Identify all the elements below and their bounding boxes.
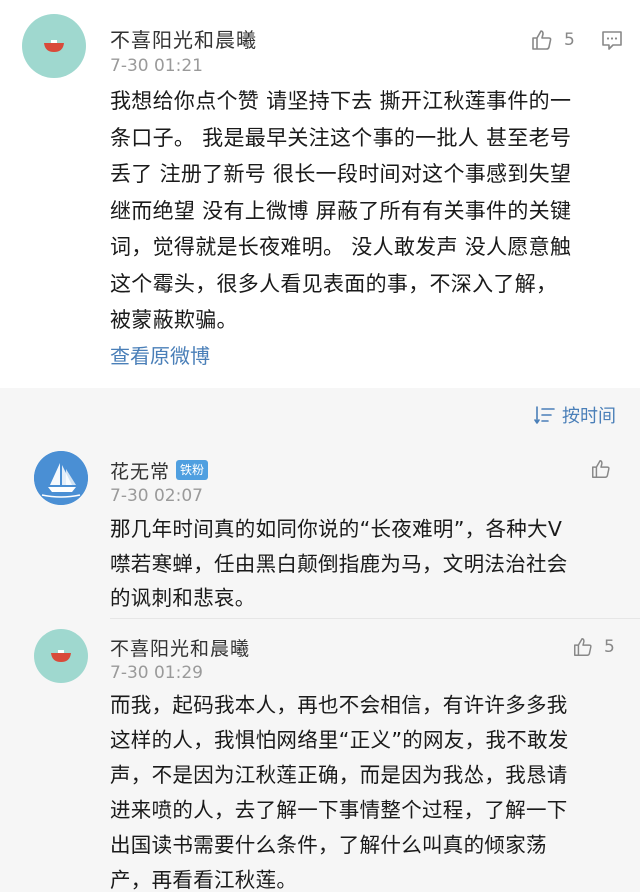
comment-body: 而我，起码我本人，再也不会相信，有许许多多我 这样的人，我惧怕网络里“正义”的网… [110,688,635,892]
view-original-link[interactable]: 查看原微博 [110,340,210,369]
comment-author-name[interactable]: 花无常 [110,457,170,484]
comment-author-avatar[interactable] [34,451,88,505]
comment-body-line: 而我，起码我本人，再也不会相信，有许许多多我 [110,693,568,717]
comment-body-line: 进来喷的人，去了解一下事情整个过程，了解一下 [110,798,568,822]
comment-time: 7-30 02:07 [110,486,203,506]
post-author-avatar[interactable] [22,14,86,78]
post-body-line: 丢了 注册了新号 很长一段时间对这个事感到失望 [110,162,572,186]
comment-like-count: 5 [604,637,615,657]
thumbs-up-icon[interactable] [590,458,612,480]
fan-badge: 铁粉 [176,460,209,480]
sort-label: 按时间 [562,406,616,427]
comment-body-line: 噤若寒蝉，任由黑白颠倒指鹿为马，文明法治社会 [110,551,568,576]
comment-author-name[interactable]: 不喜阳光和晨曦 [110,634,250,661]
bowl-avatar-icon [51,650,71,662]
comment-time: 7-30 01:29 [110,663,203,683]
comment-sort-bar: 按时间 [0,388,640,438]
post-body-line: 词，觉得就是长夜难明。 没人敢发声 没人愿意触 [110,235,572,259]
comment-body-line: 这样的人，我惧怕网络里“正义”的网友，我不敢发 [110,728,569,752]
post-body-line: 这个霉头，很多人看见表面的事，不深入了解， [110,271,558,296]
comment-author-avatar[interactable] [34,629,88,683]
comment-body-line: 那几年时间真的如同你说的“长夜难明”，各种大V [110,517,563,541]
post-body-line: 继而绝望 没有上微博 屏蔽了所有有关事件的关键 [110,198,572,223]
sort-by-time-button[interactable]: 按时间 [534,402,616,428]
comment-divider [110,618,640,619]
bowl-avatar-icon [44,40,64,52]
post-like-count: 5 [564,30,575,50]
comment-list: 花无常 铁粉 7-30 02:07 那几年时间真的如同你说的“长夜难明”，各种大… [0,438,640,892]
comment-body: 那几年时间真的如同你说的“长夜难明”，各种大V 噤若寒蝉，任由黑白颠倒指鹿为马，… [110,512,635,616]
comment-body-line: 声，不是因为江秋莲正确，而是因为我怂，我恳请 [110,763,568,787]
sailboat-avatar-icon [34,451,88,505]
post-body-line: 被蒙蔽欺骗。 [110,308,238,332]
thumbs-up-icon [532,30,552,50]
comment-icon[interactable] [600,28,624,52]
post-body: 我想给你点个赞 请坚持下去 撕开江秋莲事件的一 条口子。 我是最早关注这个事的一… [110,83,630,339]
comment-body-line: 产，再看看江秋莲。 [110,868,298,892]
comment-like-button[interactable]: 5 [572,636,615,658]
post-author-name[interactable]: 不喜阳光和晨曦 [110,24,257,53]
post-body-line: 条口子。 我是最早关注这个事的一批人 甚至老号 [110,125,572,150]
sort-icon [534,406,555,424]
thumbs-up-icon [574,638,592,656]
post-body-line: 我想给你点个赞 请坚持下去 撕开江秋莲事件的一 [110,89,572,113]
post-like-button[interactable]: 5 [530,28,575,52]
comment-body-line: 出国读书需要什么条件，了解什么叫真的倾家荡 [110,833,547,857]
main-post: 不喜阳光和晨曦 7-30 01:21 5 我想给你点个赞 请坚持下去 撕开江秋莲… [0,0,640,388]
comment-body-line: 的讽刺和悲哀。 [110,586,256,610]
post-time: 7-30 01:21 [110,56,203,76]
